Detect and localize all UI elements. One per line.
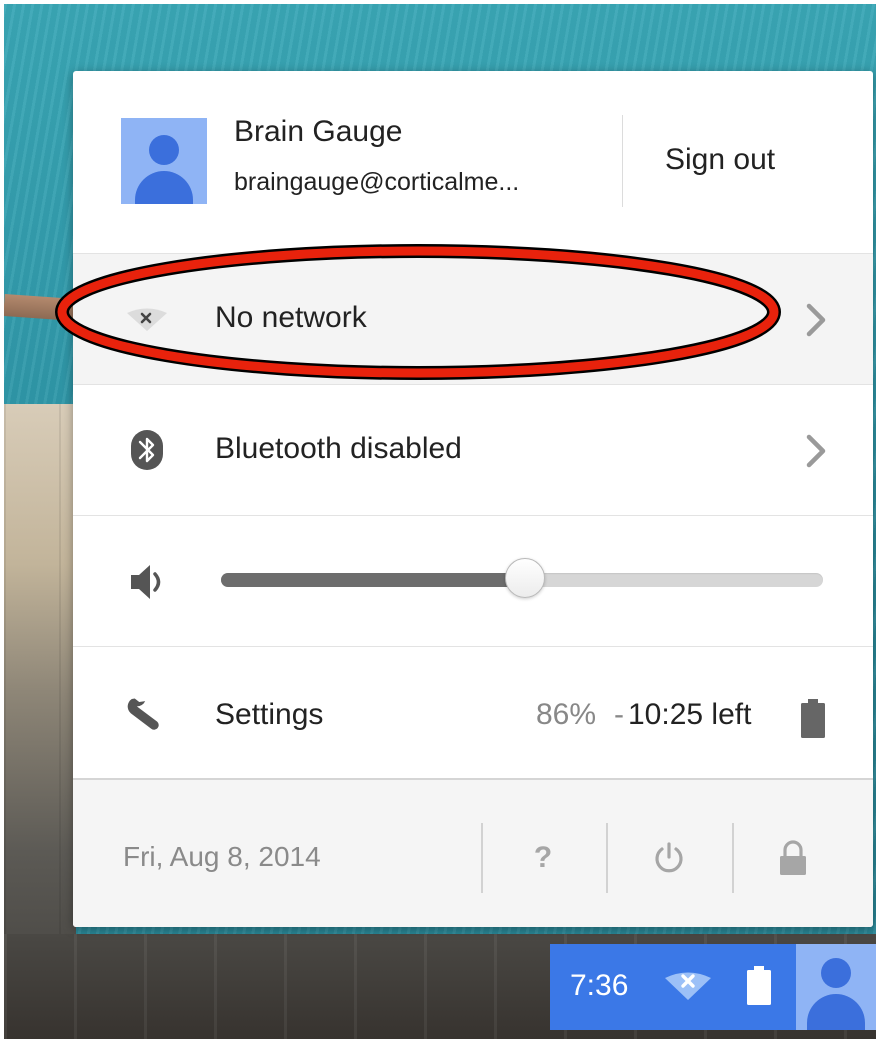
network-item[interactable]: No network	[73, 254, 873, 385]
user-card: Brain Gauge braingauge@corticalme... Sig…	[73, 71, 873, 254]
power-icon	[655, 842, 683, 873]
user-email: braingauge@corticalme...	[234, 168, 520, 196]
wrench-icon	[127, 698, 159, 730]
volume-slider[interactable]	[221, 558, 823, 598]
user-avatar-icon	[796, 944, 876, 1030]
volume-slider-fill	[221, 573, 525, 587]
volume-item	[73, 516, 873, 647]
settings-item[interactable]: Settings 86% - 10:25 left	[73, 647, 873, 780]
lock-icon	[780, 840, 806, 875]
divider	[732, 823, 734, 893]
bluetooth-icon	[131, 430, 163, 470]
divider	[481, 823, 483, 893]
system-tray-popup: Brain Gauge braingauge@corticalme... Sig…	[73, 71, 873, 927]
chevron-right-icon	[806, 303, 826, 337]
sign-out-button[interactable]: Sign out	[665, 143, 775, 177]
battery-time-left: 10:25 left	[628, 698, 752, 731]
user-avatar-icon	[121, 118, 207, 204]
wifi-disconnected-icon	[127, 308, 167, 331]
battery-percent: 86%	[536, 698, 597, 731]
tray-clock: 7:36	[570, 969, 629, 1002]
date-label: Fri, Aug 8, 2014	[123, 841, 321, 872]
battery-icon	[747, 966, 771, 1005]
divider	[622, 115, 623, 207]
shelf-status-area[interactable]: 7:36	[550, 944, 876, 1030]
help-icon: ?	[533, 841, 553, 874]
chevron-right-icon	[806, 434, 826, 468]
footer-bar: Fri, Aug 8, 2014 ?	[73, 780, 873, 927]
network-label: No network	[215, 301, 367, 334]
screenshot-frame: Brain Gauge braingauge@corticalme... Sig…	[4, 4, 876, 1039]
settings-label: Settings	[215, 698, 324, 731]
battery-separator: -	[614, 698, 624, 731]
lock-button[interactable]	[745, 829, 841, 887]
user-name: Brain Gauge	[234, 115, 403, 148]
divider	[606, 823, 608, 893]
help-button[interactable]: ?	[495, 829, 591, 887]
battery-icon	[801, 699, 825, 738]
bluetooth-item[interactable]: Bluetooth disabled	[73, 385, 873, 516]
volume-slider-thumb[interactable]	[505, 558, 545, 598]
wifi-disconnected-icon	[665, 972, 711, 1000]
bluetooth-label: Bluetooth disabled	[215, 432, 462, 465]
power-button[interactable]	[621, 829, 717, 887]
speaker-icon[interactable]	[125, 560, 169, 604]
